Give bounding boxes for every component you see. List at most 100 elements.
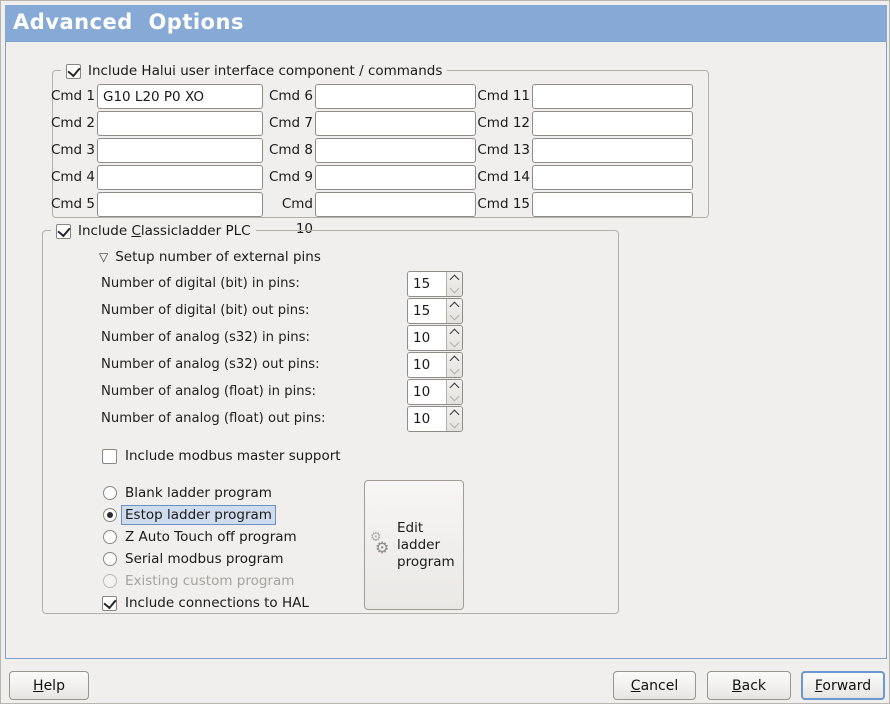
digital-in-label: Number of digital (bit) in pins: <box>101 276 300 291</box>
external-pins-expander[interactable]: ▽ Setup number of external pins <box>99 249 321 265</box>
analog-float-out-spinbox <box>407 406 463 432</box>
cmd4-label: Cmd 4 <box>50 165 95 190</box>
analog-s32-in-spin-input[interactable] <box>408 326 446 350</box>
spin-up-icon[interactable] <box>447 299 462 311</box>
z-auto-touchoff-radio[interactable] <box>103 530 117 544</box>
estop-ladder-label: Estop ladder program <box>121 505 276 525</box>
cmd3-label: Cmd 3 <box>50 138 95 163</box>
classicladder-checkbox[interactable] <box>56 224 71 239</box>
cmd10-input[interactable] <box>315 192 476 217</box>
analog-float-out-spin-input[interactable] <box>408 407 446 431</box>
spin-up-icon[interactable] <box>447 353 462 365</box>
analog-float-out-label: Number of analog (float) out pins: <box>101 411 326 426</box>
blank-ladder-label: Blank ladder program <box>125 484 272 502</box>
gears-icon: ⚙ ⚙ <box>370 532 394 558</box>
forward-button[interactable]: Forward <box>801 671 885 700</box>
cmd9-input[interactable] <box>315 165 476 190</box>
blank-ladder-radio[interactable] <box>103 486 117 500</box>
spin-up-icon[interactable] <box>447 272 462 284</box>
cmd8-input[interactable] <box>315 138 476 163</box>
existing-custom-label: Existing custom program <box>125 572 294 590</box>
cmd6-input[interactable] <box>315 84 476 109</box>
existing-custom-radio <box>103 574 117 588</box>
digital-out-spinbox <box>407 298 463 324</box>
spin-down-icon[interactable] <box>447 392 462 404</box>
analog-float-in-spin-input[interactable] <box>408 380 446 404</box>
cmd6-label: Cmd 6 <box>265 84 313 109</box>
expander-arrow-icon: ▽ <box>99 250 108 264</box>
cmd5-label: Cmd 5 <box>50 192 95 217</box>
spin-up-icon[interactable] <box>447 380 462 392</box>
analog-s32-in-label: Number of analog (s32) in pins: <box>101 330 310 345</box>
analog-float-in-label: Number of analog (float) in pins: <box>101 384 316 399</box>
content-area: Include Halui user interface component /… <box>5 41 887 659</box>
classicladder-legend-label: Include Classicladder PLC <box>78 223 251 239</box>
digital-out-label: Number of digital (bit) out pins: <box>101 303 309 318</box>
cmd8-label: Cmd 8 <box>265 138 313 163</box>
cmd14-label: Cmd 14 <box>475 165 530 190</box>
cmd12-label: Cmd 12 <box>475 111 530 136</box>
spin-up-icon[interactable] <box>447 407 462 419</box>
halui-checkbox[interactable] <box>66 64 81 79</box>
modbus-option[interactable]: Include modbus master support <box>102 446 341 466</box>
analog-s32-out-label: Number of analog (s32) out pins: <box>101 357 320 372</box>
spin-buttons <box>446 272 462 296</box>
cmd11-input[interactable] <box>532 84 693 109</box>
spin-buttons <box>446 326 462 350</box>
spin-buttons <box>446 380 462 404</box>
serial-modbus-label: Serial modbus program <box>125 550 284 568</box>
back-button[interactable]: Back <box>707 671 791 700</box>
hal-connections-checkbox[interactable] <box>102 596 117 611</box>
hal-connections-label: Include connections to HAL <box>125 594 309 612</box>
spin-down-icon[interactable] <box>447 284 462 296</box>
cmd1-label: Cmd 1 <box>50 84 95 109</box>
cmd15-label: Cmd 15 <box>475 192 530 217</box>
cmd7-label: Cmd 7 <box>265 111 313 136</box>
halui-legend-label: Include Halui user interface component /… <box>88 63 442 79</box>
edit-ladder-program-button[interactable]: ⚙ ⚙ Edit ladder program <box>364 480 464 610</box>
help-button[interactable]: Help <box>9 671 89 700</box>
expander-label: Setup number of external pins <box>115 249 321 265</box>
blank-ladder-option[interactable]: Blank ladder program <box>103 483 272 503</box>
cmd13-label: Cmd 13 <box>475 138 530 163</box>
spin-up-icon[interactable] <box>447 326 462 338</box>
cmd4-input[interactable] <box>97 165 263 190</box>
cmd14-input[interactable] <box>532 165 693 190</box>
cmd11-label: Cmd 11 <box>475 84 530 109</box>
modbus-checkbox[interactable] <box>102 449 117 464</box>
page-title: Advanced Options <box>5 5 887 41</box>
hal-connections-option[interactable]: Include connections to HAL <box>102 593 309 613</box>
cmd9-label: Cmd 9 <box>265 165 313 190</box>
spin-buttons <box>446 353 462 377</box>
spin-down-icon[interactable] <box>447 338 462 350</box>
digital-out-spin-input[interactable] <box>408 299 446 323</box>
analog-s32-out-spin-input[interactable] <box>408 353 446 377</box>
cmd5-input[interactable] <box>97 192 263 217</box>
serial-modbus-radio[interactable] <box>103 552 117 566</box>
spin-down-icon[interactable] <box>447 365 462 377</box>
classicladder-frame-legend: Include Classicladder PLC <box>51 221 256 241</box>
analog-float-in-spinbox <box>407 379 463 405</box>
cmd7-input[interactable] <box>315 111 476 136</box>
analog-s32-out-spinbox <box>407 352 463 378</box>
z-auto-touchoff-label: Z Auto Touch off program <box>125 528 297 546</box>
advanced-options-window: Advanced Options Include Halui user inte… <box>0 0 890 704</box>
cmd15-input[interactable] <box>532 192 693 217</box>
estop-ladder-option[interactable]: Estop ladder program <box>103 505 276 525</box>
cmd3-input[interactable] <box>97 138 263 163</box>
spin-down-icon[interactable] <box>447 311 462 323</box>
z-auto-touchoff-option[interactable]: Z Auto Touch off program <box>103 527 297 547</box>
cmd1-input[interactable] <box>97 84 263 109</box>
cmd2-input[interactable] <box>97 111 263 136</box>
cmd12-input[interactable] <box>532 111 693 136</box>
spin-down-icon[interactable] <box>447 419 462 431</box>
cmd13-input[interactable] <box>532 138 693 163</box>
cancel-button[interactable]: Cancel <box>613 671 696 700</box>
estop-ladder-radio[interactable] <box>103 508 117 522</box>
halui-frame-legend: Include Halui user interface component /… <box>61 61 447 81</box>
existing-custom-option: Existing custom program <box>103 571 294 591</box>
serial-modbus-option[interactable]: Serial modbus program <box>103 549 284 569</box>
digital-in-spinbox <box>407 271 463 297</box>
modbus-label: Include modbus master support <box>125 447 341 465</box>
digital-in-spin-input[interactable] <box>408 272 446 296</box>
